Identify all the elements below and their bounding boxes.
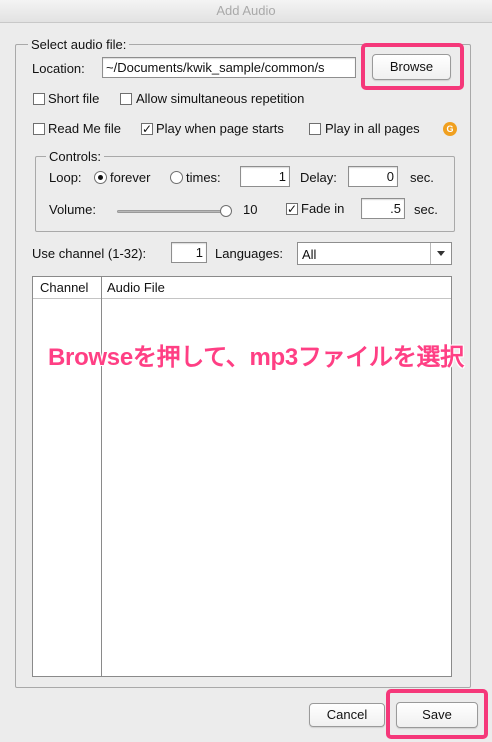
read-me-file-label: Read Me file (48, 121, 121, 136)
delay-unit: sec. (410, 170, 434, 185)
times-input[interactable]: 1 (240, 166, 290, 187)
forever-radio[interactable] (94, 171, 107, 184)
file-section-legend: Select audio file: (28, 37, 130, 52)
short-file-checkbox[interactable] (33, 93, 45, 105)
languages-value: All (302, 247, 317, 262)
languages-select[interactable]: All (297, 242, 452, 265)
play-all-pages-checkbox[interactable] (309, 123, 321, 135)
fade-in-input[interactable]: .5 (361, 198, 405, 219)
chevron-down-icon (437, 251, 445, 256)
languages-dropdown[interactable] (430, 243, 451, 264)
instruction-annotation: Browseを押して、mp3ファイルを選択 (48, 344, 464, 371)
channel-label: Use channel (1-32): (32, 246, 147, 261)
volume-value: 10 (243, 202, 258, 217)
forever-label: forever (110, 170, 151, 185)
play-on-start-label: Play when page starts (156, 121, 284, 136)
fade-in-label: Fade in (301, 201, 345, 216)
volume-slider-thumb[interactable] (220, 205, 232, 217)
location-label: Location: (32, 61, 85, 76)
controls-legend: Controls: (46, 149, 105, 164)
times-label: times: (186, 170, 221, 185)
location-input[interactable]: ~/Documents/kwik_sample/common/s (102, 57, 356, 78)
times-radio[interactable] (170, 171, 183, 184)
read-me-file-checkbox[interactable] (33, 123, 45, 135)
delay-label: Delay: (300, 170, 337, 185)
short-file-label: Short file (48, 91, 100, 106)
languages-label: Languages: (215, 246, 283, 261)
loop-label: Loop: (49, 170, 82, 185)
window-title: Add Audio (0, 0, 492, 23)
play-on-start-checkbox[interactable]: ✓ (141, 123, 153, 135)
volume-slider-track[interactable] (117, 210, 226, 213)
fade-in-unit: sec. (414, 202, 438, 217)
table-header: Channel Audio File (33, 277, 451, 299)
fade-in-checkbox[interactable]: ✓ (286, 203, 298, 215)
g-icon[interactable]: G (443, 122, 457, 136)
play-all-pages-label: Play in all pages (325, 121, 420, 136)
allow-repeat-label: Allow simultaneous repetition (136, 91, 305, 106)
delay-input[interactable]: 0 (348, 166, 398, 187)
volume-label: Volume: (49, 202, 96, 217)
column-header-channel[interactable]: Channel (40, 280, 88, 295)
allow-repeat-checkbox[interactable] (120, 93, 132, 105)
channel-input[interactable]: 1 (171, 242, 207, 263)
browse-highlight (361, 43, 464, 90)
cancel-button[interactable]: Cancel (309, 703, 385, 727)
save-highlight (386, 689, 488, 739)
column-header-audio-file[interactable]: Audio File (107, 280, 165, 295)
